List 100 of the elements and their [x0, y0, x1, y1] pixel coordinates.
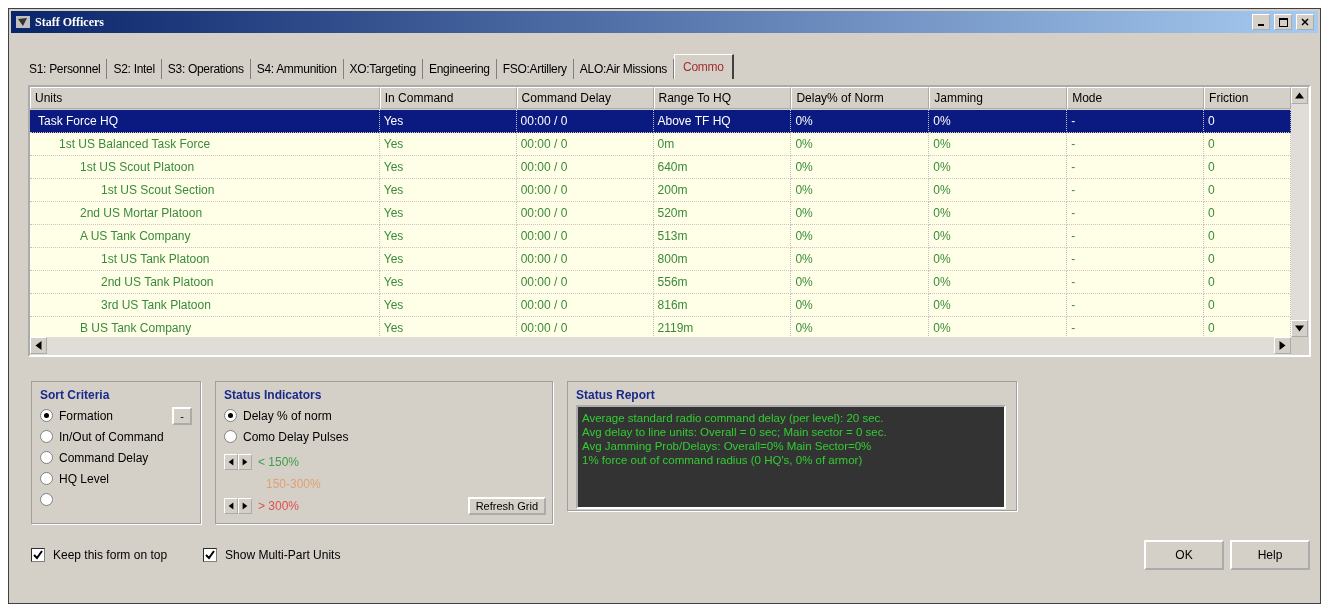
- dialog-button[interactable]: Help: [1230, 540, 1310, 570]
- table-cell: 0%: [791, 248, 930, 271]
- horizontal-scrollbar[interactable]: [30, 337, 1291, 355]
- close-button[interactable]: [1296, 14, 1314, 30]
- tab[interactable]: S4: Ammunition: [250, 59, 344, 79]
- radio-button[interactable]: [40, 430, 53, 443]
- table-cell: 2nd US Mortar Platoon: [30, 202, 380, 225]
- column-header[interactable]: Friction: [1204, 87, 1291, 109]
- table-cell: 00:00 / 0: [516, 156, 654, 179]
- scroll-down-icon[interactable]: [1291, 320, 1308, 337]
- table-cell: 816m: [653, 294, 792, 317]
- radio-button[interactable]: [224, 430, 237, 443]
- column-header[interactable]: Units: [30, 87, 380, 109]
- column-header[interactable]: In Command: [379, 87, 517, 109]
- table-cell: Yes: [379, 225, 517, 248]
- table-cell: Yes: [379, 202, 517, 225]
- radio-label: Command Delay: [59, 450, 149, 465]
- table-cell: 640m: [653, 156, 792, 179]
- report-line: 1% force out of command radius (0 HQ's, 0% of armor): [582, 453, 864, 467]
- table-cell: 0%: [791, 110, 930, 133]
- minimize-button[interactable]: [1252, 14, 1270, 30]
- table-cell: 0: [1204, 294, 1291, 317]
- table-cell: 0: [1204, 133, 1291, 156]
- table-cell: 2119m: [653, 317, 792, 337]
- spinner[interactable]: [224, 498, 252, 514]
- radio-button[interactable]: [40, 472, 53, 485]
- table-cell: 00:00 / 0: [516, 133, 654, 156]
- table-cell: 00:00 / 0: [516, 317, 654, 337]
- scroll-up-icon[interactable]: [1291, 87, 1308, 104]
- sort-order-button[interactable]: -: [172, 406, 192, 425]
- table-cell: 0: [1204, 202, 1291, 225]
- table-cell: 520m: [653, 202, 792, 225]
- column-header[interactable]: Command Delay: [516, 87, 654, 109]
- group-title: Sort Criteria: [40, 388, 111, 402]
- table-cell: 00:00 / 0: [516, 202, 654, 225]
- table-cell: 0%: [929, 156, 1068, 179]
- table-cell: 00:00 / 0: [516, 294, 654, 317]
- checkbox[interactable]: [203, 548, 218, 562]
- refresh-grid-button[interactable]: Refresh Grid: [467, 497, 546, 515]
- report-line: Avg Jamming Prob/Delays: Overall=0% Main Sector=0%: [582, 439, 873, 453]
- radio-button[interactable]: [40, 493, 53, 506]
- table-cell: 556m: [653, 271, 792, 294]
- column-header[interactable]: Delay% of Norm: [791, 87, 930, 109]
- table-cell: -: [1067, 179, 1205, 202]
- tab[interactable]: Commo: [674, 54, 734, 79]
- table-cell: Task Force HQ: [30, 110, 380, 133]
- tab[interactable]: S3: Operations: [161, 59, 251, 79]
- table-cell: 3rd US Tank Platoon: [30, 294, 380, 317]
- scroll-right-icon[interactable]: [1274, 337, 1291, 354]
- table-cell: 0%: [791, 133, 930, 156]
- maximize-button[interactable]: [1274, 14, 1292, 30]
- table-cell: 0: [1204, 110, 1291, 133]
- tab[interactable]: S2: Intel: [107, 59, 162, 79]
- table-cell: 0%: [929, 202, 1068, 225]
- scroll-left-icon[interactable]: [30, 337, 47, 354]
- table-cell: A US Tank Company: [30, 225, 380, 248]
- table-cell: 00:00 / 0: [516, 179, 654, 202]
- table-cell: 0%: [791, 271, 930, 294]
- table-cell: 0: [1204, 179, 1291, 202]
- table-cell: -: [1067, 133, 1205, 156]
- maximize-icon: [1278, 17, 1288, 27]
- table-cell: Yes: [379, 271, 517, 294]
- table-cell: Yes: [379, 179, 517, 202]
- tab[interactable]: S1: Personnel: [23, 59, 108, 79]
- table-cell: -: [1067, 271, 1205, 294]
- vertical-scrollbar[interactable]: [1291, 87, 1309, 337]
- radio-button[interactable]: [40, 409, 53, 422]
- table-cell: Yes: [379, 317, 517, 337]
- table-cell: 0%: [791, 294, 930, 317]
- table-cell: 00:00 / 0: [516, 271, 654, 294]
- table-cell: Above TF HQ: [653, 110, 792, 133]
- table-cell: 00:00 / 0: [516, 248, 654, 271]
- table-cell: 0m: [653, 133, 792, 156]
- spinner[interactable]: [224, 454, 252, 470]
- tab[interactable]: FSO:Artillery: [496, 59, 574, 79]
- table-cell: 1st US Tank Platoon: [30, 248, 380, 271]
- threshold-label: < 150%: [258, 455, 300, 469]
- radio-label: HQ Level: [59, 471, 110, 486]
- table-cell: 0%: [929, 179, 1068, 202]
- tab[interactable]: XO:Targeting: [343, 59, 423, 79]
- tab[interactable]: Engineering: [422, 59, 497, 79]
- column-header[interactable]: Range To HQ: [653, 87, 792, 109]
- table-cell: 0%: [791, 156, 930, 179]
- table-cell: Yes: [379, 133, 517, 156]
- table-cell: 0%: [929, 271, 1068, 294]
- radio-button[interactable]: [224, 409, 237, 422]
- table-cell: Yes: [379, 156, 517, 179]
- table-cell: Yes: [379, 248, 517, 271]
- table-cell: -: [1067, 202, 1205, 225]
- report-line: Average standard radio command delay (per level): 20 sec.: [582, 411, 885, 425]
- table-cell: -: [1067, 110, 1205, 133]
- radio-button[interactable]: [40, 451, 53, 464]
- column-header[interactable]: Jamming: [929, 87, 1068, 109]
- table-cell: 513m: [653, 225, 792, 248]
- table-cell: -: [1067, 225, 1205, 248]
- column-header[interactable]: Mode: [1067, 87, 1205, 109]
- checkbox[interactable]: [31, 548, 45, 562]
- dialog-button[interactable]: OK: [1144, 540, 1224, 570]
- table-cell: 0%: [929, 133, 1068, 156]
- table-cell: 1st US Balanced Task Force: [30, 133, 380, 156]
